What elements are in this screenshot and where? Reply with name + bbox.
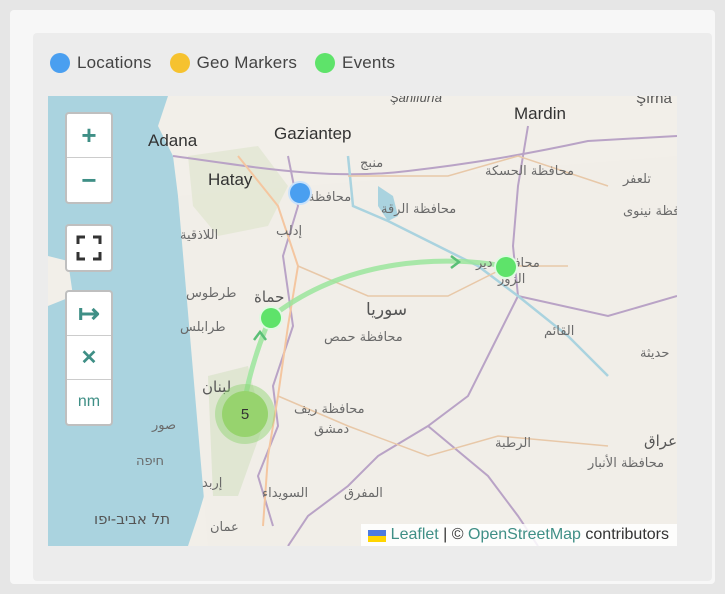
map-label-tripoli: طرابلس bbox=[180, 320, 226, 335]
map-label-mafraq: المفرق bbox=[344, 486, 383, 501]
event-marker[interactable] bbox=[259, 306, 283, 330]
route-arrow-icon: ↦ bbox=[78, 298, 100, 328]
map-label-qaim: القائم bbox=[544, 324, 575, 339]
map-label-sanliurfa: Şanlıurfa bbox=[390, 96, 443, 105]
event-cluster[interactable]: 5 bbox=[215, 384, 275, 444]
map-label-anbar: محافظة الأنبار bbox=[588, 456, 665, 471]
osm-link[interactable]: OpenStreetMap bbox=[468, 526, 581, 544]
map-label-tartus: طرطوس bbox=[186, 286, 237, 301]
map-label-haifa: חיפה bbox=[136, 454, 165, 469]
cluster-count: 5 bbox=[222, 391, 268, 437]
map-label-raqqa-gov: محافظة الرقة bbox=[381, 202, 457, 217]
map-label-tel-aviv: תל אביב-יפו bbox=[94, 510, 171, 528]
map-label-sirnak: Şırna bbox=[636, 96, 672, 107]
fullscreen-control bbox=[65, 224, 113, 272]
locations-dot-icon bbox=[50, 53, 70, 73]
map-label-talafar: تلعفر bbox=[623, 172, 651, 187]
map-label-iraq: عراق bbox=[644, 432, 677, 450]
measure-control: ↦ ✕ nm bbox=[65, 290, 113, 426]
route-button[interactable]: ↦ bbox=[67, 292, 111, 336]
map-view[interactable]: Gaziantep Adana Hatay Mardin Şanlıurfa Ş… bbox=[48, 96, 677, 546]
zoom-control: + − bbox=[65, 112, 113, 204]
geo-markers-dot-icon bbox=[169, 53, 190, 73]
fullscreen-icon bbox=[76, 235, 102, 261]
map-label-adana: Adana bbox=[148, 131, 198, 150]
map-label-homs-gov: محافظة حمص bbox=[324, 330, 403, 345]
map-label-amman: عمان bbox=[210, 520, 239, 535]
leaflet-link[interactable]: Leaflet bbox=[391, 526, 439, 544]
legend: Locations Geo Markers Events bbox=[50, 52, 413, 74]
zoom-in-button[interactable]: + bbox=[67, 114, 111, 158]
events-dot-icon bbox=[315, 53, 336, 73]
legend-label: Geo Markers bbox=[196, 53, 298, 72]
map-label-dimashq: دمشق bbox=[314, 422, 350, 437]
map-label-tyre: صور bbox=[152, 418, 177, 433]
location-marker[interactable] bbox=[288, 181, 312, 205]
legend-label: Locations bbox=[77, 53, 152, 72]
legend-item-events[interactable]: Events bbox=[315, 53, 395, 73]
map-label-manbij: منبج bbox=[360, 156, 384, 171]
attribution-suffix: contributors bbox=[580, 526, 669, 543]
map-label-haditha: حديثة bbox=[640, 346, 670, 361]
map-label-latakia: اللاذقية bbox=[180, 228, 219, 243]
map-label-nineveh: محافظة نينوى bbox=[623, 204, 677, 219]
units-button[interactable]: nm bbox=[67, 380, 111, 424]
event-marker[interactable] bbox=[494, 255, 518, 279]
legend-item-locations[interactable]: Locations bbox=[50, 53, 152, 73]
map-label-hasakah-gov: محافظة الحسكة bbox=[485, 164, 575, 179]
map-label-idlib: إدلب bbox=[276, 224, 303, 239]
ukraine-flag-icon bbox=[367, 529, 386, 542]
close-icon: ✕ bbox=[80, 347, 98, 369]
map-label-aleppo-gov: محافظة bbox=[308, 190, 352, 205]
clear-button[interactable]: ✕ bbox=[67, 336, 111, 380]
map-label-rif-dimashq: محافظة ريف bbox=[294, 402, 365, 417]
map-label-syria: سوريا bbox=[366, 300, 408, 320]
map-label-gaziantep: Gaziantep bbox=[274, 124, 352, 143]
legend-item-geo-markers[interactable]: Geo Markers bbox=[169, 53, 298, 73]
map-label-mardin: Mardin bbox=[514, 104, 566, 123]
map-label-suwayda: السويداء bbox=[262, 486, 309, 501]
fullscreen-button[interactable] bbox=[67, 226, 111, 270]
map-label-irbid: إربد bbox=[202, 476, 223, 491]
legend-label: Events bbox=[342, 53, 396, 72]
map-label-rutba: الرطبة bbox=[495, 436, 531, 451]
attribution: Leaflet | © OpenStreetMap contributors bbox=[360, 524, 677, 546]
zoom-out-button[interactable]: − bbox=[67, 158, 111, 202]
map-label-hama: حماة bbox=[254, 288, 285, 306]
map-label-hatay: Hatay bbox=[208, 170, 253, 189]
attribution-separator: | © bbox=[438, 526, 468, 543]
